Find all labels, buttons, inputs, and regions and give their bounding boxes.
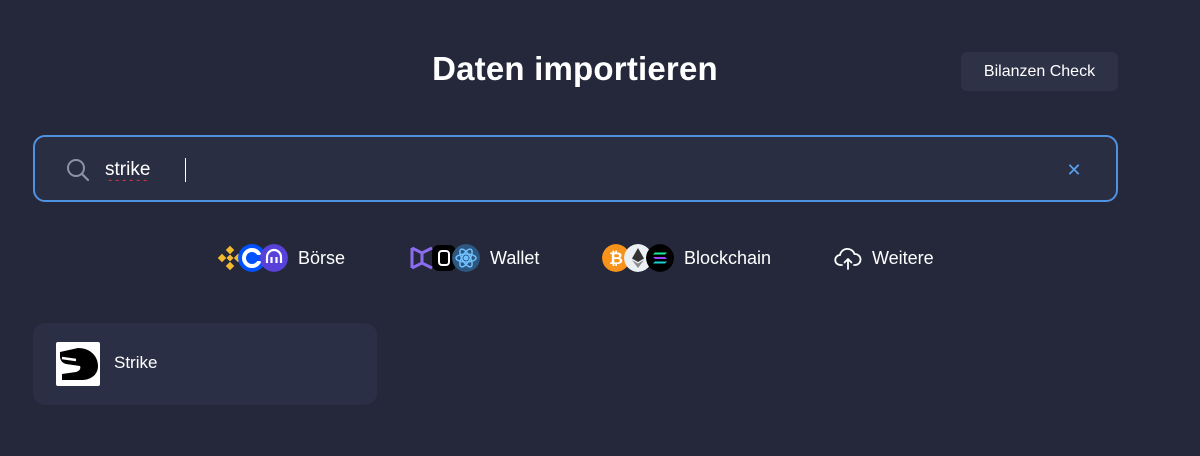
category-exchange[interactable]: Börse bbox=[216, 240, 345, 276]
category-wallet[interactable]: Wallet bbox=[408, 240, 539, 276]
result-name: Strike bbox=[114, 353, 158, 372]
strike-logo-icon bbox=[56, 342, 100, 386]
category-label-exchange: Börse bbox=[298, 247, 346, 268]
import-page: Daten importieren Bilanzen Check ✕ bbox=[0, 0, 1200, 456]
exchange-icons bbox=[216, 242, 288, 274]
svg-text:₿: ₿ bbox=[609, 249, 623, 269]
kraken-icon bbox=[260, 244, 288, 272]
wallet-icons bbox=[408, 242, 480, 274]
solana-icon bbox=[646, 244, 674, 272]
category-label-more: Weitere bbox=[872, 247, 934, 268]
more-icons bbox=[834, 242, 862, 274]
text-caret bbox=[185, 158, 186, 182]
category-label-wallet: Wallet bbox=[490, 247, 540, 268]
balance-check-button[interactable]: Bilanzen Check bbox=[961, 52, 1118, 91]
category-blockchain[interactable]: ₿ Blockchain bbox=[602, 240, 771, 276]
electrum-icon bbox=[452, 244, 480, 272]
result-card-strike[interactable]: Strike bbox=[33, 323, 377, 405]
cloud-upload-icon bbox=[834, 247, 862, 270]
search-icon bbox=[67, 159, 90, 182]
close-icon[interactable]: ✕ bbox=[1063, 159, 1085, 181]
category-label-blockchain: Blockchain bbox=[684, 247, 772, 268]
search-input[interactable] bbox=[105, 155, 1005, 185]
category-more[interactable]: Weitere bbox=[834, 240, 934, 276]
search-box[interactable]: ✕ bbox=[33, 135, 1118, 202]
blockchain-icons: ₿ bbox=[602, 242, 674, 274]
category-filters: Börse Wallet ₿ Blockchain Weitere bbox=[0, 240, 1200, 276]
